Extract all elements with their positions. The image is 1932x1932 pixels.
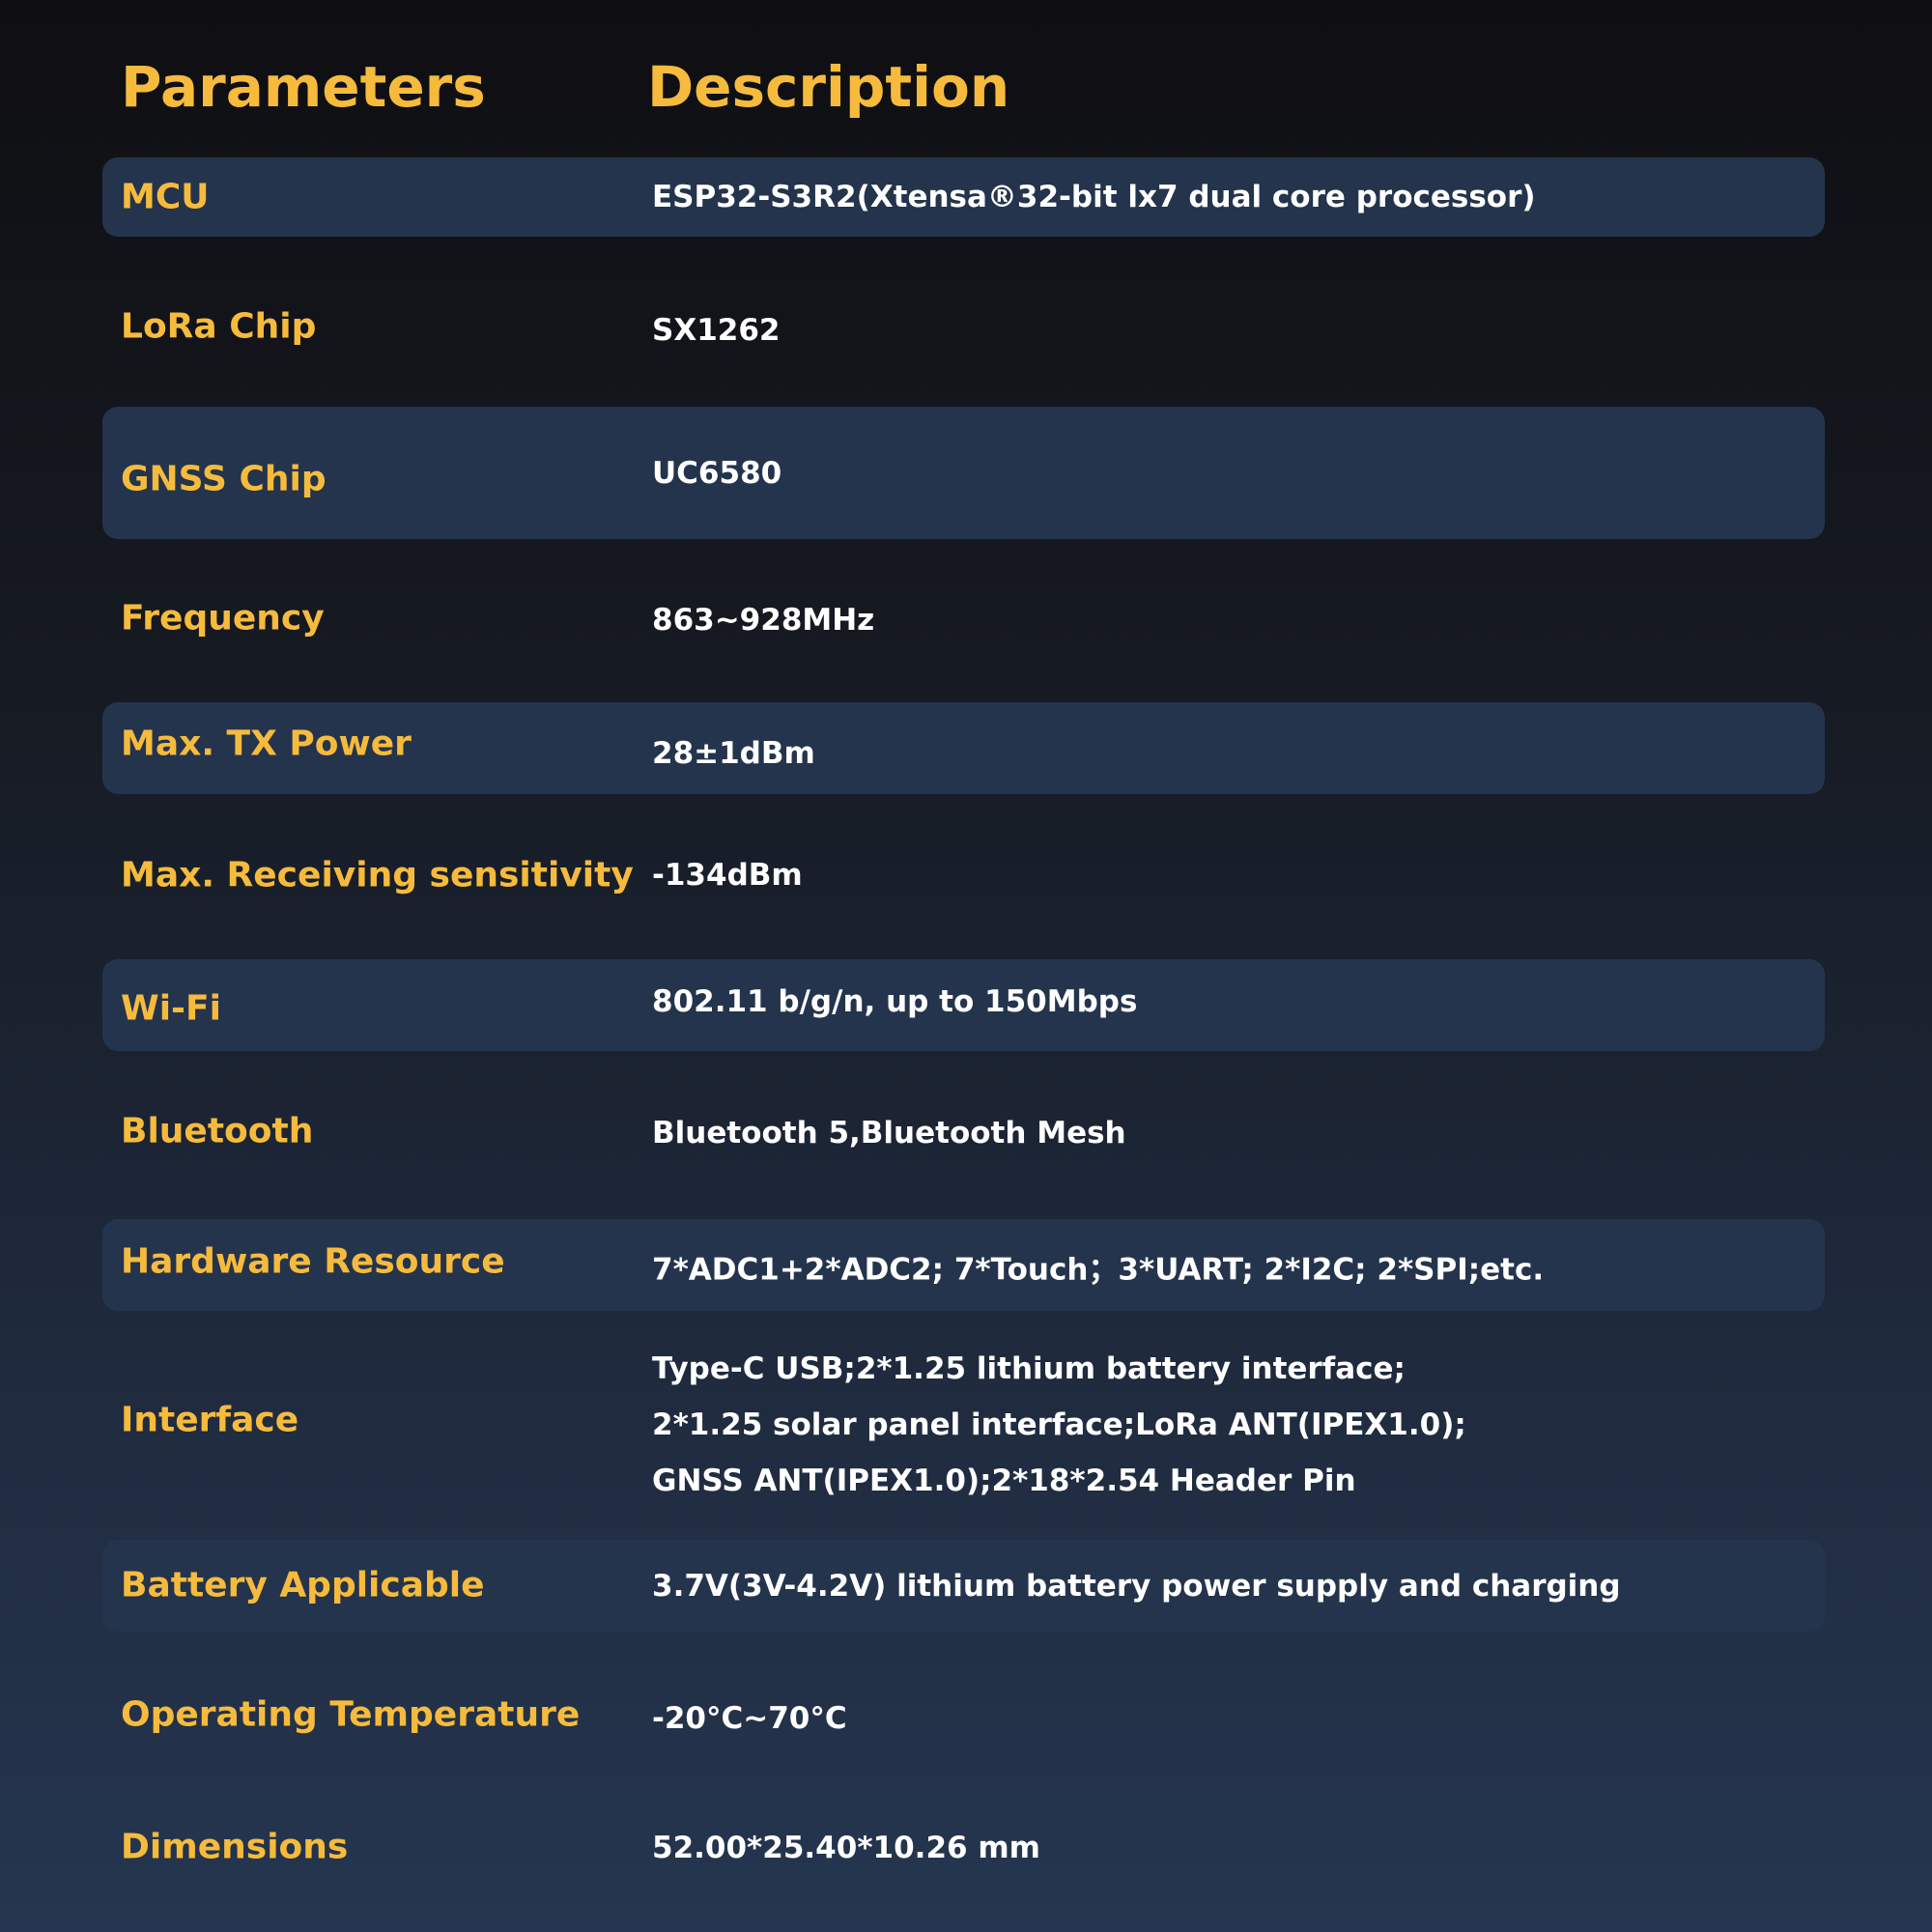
interface-line: 2*1.25 solar panel interface;LoRa ANT(IP… xyxy=(652,1407,1466,1442)
row-value: -20°C~70°C xyxy=(652,1701,847,1736)
row-value: 802.11 b/g/n, up to 150Mbps xyxy=(652,984,1138,1019)
spec-table: MCU ESP32-S3R2(Xtensa®32-bit lx7 dual co… xyxy=(0,0,1932,1932)
row-value: 28±1dBm xyxy=(652,736,815,771)
row-value: ESP32-S3R2(Xtensa®32-bit lx7 dual core p… xyxy=(652,180,1536,214)
row-value: -134dBm xyxy=(652,858,803,893)
row-value: UC6580 xyxy=(652,456,782,491)
row-value: SX1262 xyxy=(652,313,781,348)
row-value: 7*ADC1+2*ADC2; 7*Touch；3*UART; 2*I2C; 2*… xyxy=(652,1252,1545,1288)
row-operating-temperature: Operating Temperature -20°C~70°C xyxy=(102,1666,1825,1763)
row-label: Operating Temperature xyxy=(121,1694,581,1735)
row-value: 863~928MHz xyxy=(652,603,875,638)
interface-line: Type-C USB;2*1.25 lithium battery interf… xyxy=(652,1351,1406,1386)
row-max-receiving-sensitivity: Max. Receiving sensitivity -134dBm xyxy=(102,827,1825,923)
row-label: GNSS Chip xyxy=(121,459,327,499)
row-label: Wi-Fi xyxy=(121,988,221,1029)
row-battery-applicable: Battery Applicable 3.7V(3V-4.2V) lithium… xyxy=(102,1540,1825,1632)
row-value: Bluetooth 5,Bluetooth Mesh xyxy=(652,1116,1126,1151)
row-value: Type-C USB;2*1.25 lithium battery interf… xyxy=(652,1341,1466,1509)
row-mcu: MCU ESP32-S3R2(Xtensa®32-bit lx7 dual co… xyxy=(102,157,1825,237)
row-value: 52.00*25.40*10.26 mm xyxy=(652,1831,1040,1865)
row-label: Bluetooth xyxy=(121,1111,314,1151)
row-hardware-resource: Hardware Resource 7*ADC1+2*ADC2; 7*Touch… xyxy=(102,1219,1825,1311)
row-max-tx-power: Max. TX Power 28±1dBm xyxy=(102,702,1825,794)
spec-sheet: Parameters Description MCU ESP32-S3R2(Xt… xyxy=(0,0,1932,1932)
row-label: Hardware Resource xyxy=(121,1241,505,1282)
row-interface: Interface Type-C USB;2*1.25 lithium batt… xyxy=(102,1341,1825,1534)
row-label: LoRa Chip xyxy=(121,306,317,347)
row-label: Battery Applicable xyxy=(121,1565,485,1605)
row-wifi: Wi-Fi 802.11 b/g/n, up to 150Mbps xyxy=(102,959,1825,1051)
row-label: Dimensions xyxy=(121,1827,349,1867)
row-lora-chip: LoRa Chip SX1262 xyxy=(102,280,1825,377)
row-bluetooth: Bluetooth Bluetooth 5,Bluetooth Mesh xyxy=(102,1084,1825,1180)
row-dimensions: Dimensions 52.00*25.40*10.26 mm xyxy=(102,1799,1825,1895)
row-gnss-chip: GNSS Chip UC6580 xyxy=(102,407,1825,539)
row-label: Frequency xyxy=(121,598,325,639)
row-value: 3.7V(3V-4.2V) lithium battery power supp… xyxy=(652,1569,1621,1604)
row-label: MCU xyxy=(121,177,210,217)
row-frequency: Frequency 863~928MHz xyxy=(102,570,1825,667)
row-label: Max. Receiving sensitivity xyxy=(121,855,634,895)
interface-line: GNSS ANT(IPEX1.0);2*18*2.54 Header Pin xyxy=(652,1463,1356,1498)
row-label: Max. TX Power xyxy=(121,724,412,764)
row-label: Interface xyxy=(121,1400,299,1440)
